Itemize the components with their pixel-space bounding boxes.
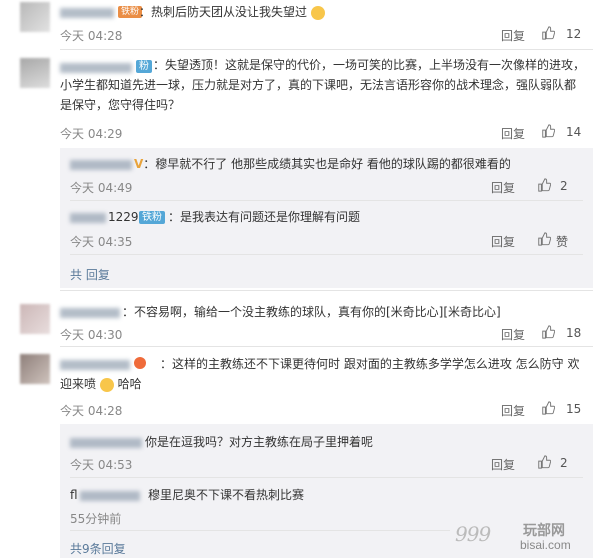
reply-button[interactable]: 回复 <box>491 233 515 250</box>
comment-text: ：不容易啊，输给一个没主教练的球队，真有你的[米奇比心][米奇比心] <box>122 305 501 319</box>
comment-text: ：失望透顶！这就是保守的代价，一场可笑的比赛，上半场没有一次像样的进攻，小学生都… <box>60 58 586 112</box>
reply-username[interactable] <box>70 438 142 448</box>
divider <box>60 49 593 50</box>
like-icon[interactable] <box>541 325 555 339</box>
avatar[interactable] <box>20 58 50 88</box>
avatar[interactable] <box>20 2 50 32</box>
reply-text: V：穆早就不行了 他那些成绩其实也是命好 看他的球队踢的都很难看的 <box>134 157 511 171</box>
like-icon[interactable] <box>541 26 555 40</box>
comment-time: 今天 04:30 <box>60 328 123 342</box>
reply-button[interactable]: 回复 <box>501 27 525 44</box>
reply-button[interactable]: 回复 <box>501 125 525 142</box>
laugh-emoji-icon <box>99 377 114 392</box>
reply-button[interactable]: 回复 <box>491 179 515 196</box>
divider <box>70 477 583 478</box>
divider <box>70 200 583 201</box>
fan-badge: 铁粉 <box>139 211 165 224</box>
like-count: 14 <box>566 125 582 139</box>
divider <box>70 530 450 531</box>
reply-time: 今天 04:35 <box>70 235 133 249</box>
divider <box>60 290 593 291</box>
reply-button[interactable]: 回复 <box>491 456 515 473</box>
watermark-domain: bisai.com <box>520 538 571 552</box>
comment-text: ：这样的主教练还不下课更待何时 跟对面的主教练多学学怎么进攻 怎么防守 欢迎来喷… <box>60 357 580 392</box>
comment-text: ：热刺后防天团从没让我失望过 <box>139 2 325 22</box>
reply-username-prefix[interactable]: fl <box>70 485 78 505</box>
reply-text: ：是我表达有问题还是你理解有问题 <box>168 210 361 224</box>
comment-time: 今天 04:28 <box>60 29 123 43</box>
like-count: 2 <box>560 179 568 193</box>
watermark-brand: 玩部网 <box>523 522 565 538</box>
avatar[interactable] <box>20 354 50 384</box>
reply-time: 今天 04:49 <box>70 181 133 195</box>
like-count: 18 <box>566 326 582 340</box>
reply-text: 你是在逗我吗？对方主教练在局子里押着呢 <box>145 435 374 449</box>
smile-emoji-icon <box>310 5 325 20</box>
username[interactable] <box>60 8 114 18</box>
like-count: 12 <box>566 27 582 41</box>
comment-time: 今天 04:28 <box>60 404 123 418</box>
reply-button[interactable]: 回复 <box>501 402 525 419</box>
like-icon[interactable] <box>537 455 551 469</box>
reply-button[interactable]: 回复 <box>501 326 525 343</box>
watermark-mark: 999 <box>455 522 491 546</box>
like-icon[interactable] <box>537 178 551 192</box>
like-icon[interactable] <box>541 401 555 415</box>
more-replies-link[interactable]: 共 回复 <box>70 266 110 283</box>
comment-time: 今天 04:29 <box>60 127 123 141</box>
reply-username[interactable] <box>80 491 140 501</box>
reply-time: 55分钟前 <box>70 512 122 526</box>
divider <box>60 346 593 347</box>
more-replies-link[interactable]: 共9条回复 <box>70 540 126 557</box>
divider <box>70 254 583 255</box>
reply-text: 穆里尼奥不下课不看热刺比赛 <box>148 488 305 502</box>
reply-username[interactable] <box>70 213 106 223</box>
like-icon[interactable] <box>537 232 551 246</box>
like-count: 2 <box>560 456 568 470</box>
reply-username-suffix[interactable]: 1229 <box>108 207 139 227</box>
like-icon[interactable] <box>541 124 555 138</box>
avatar[interactable] <box>20 304 50 334</box>
reply-time: 今天 04:53 <box>70 458 133 472</box>
like-label[interactable]: 赞 <box>556 233 568 250</box>
reply-username[interactable] <box>70 160 132 170</box>
username[interactable] <box>60 308 120 318</box>
like-count: 15 <box>566 402 582 416</box>
